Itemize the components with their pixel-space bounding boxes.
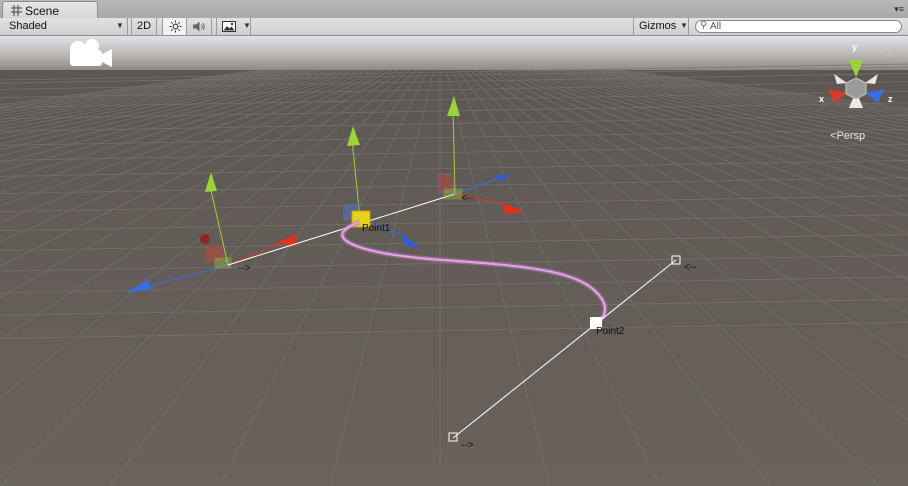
lighting-toggle[interactable] [162,18,187,35]
point2-tangent-out-label: --> [461,440,474,451]
dropdown-caret-icon: ▼ [680,21,688,30]
effects-dropdown[interactable]: ▼ [216,18,251,35]
tab-menu-icon[interactable]: ▾≡ [894,4,904,15]
xz-plane-handle[interactable] [443,188,463,200]
dropdown-caret-icon: ▼ [116,21,124,30]
shading-mode-label: Shaded [9,20,47,32]
tab-strip: Scene ▾≡ [0,0,908,19]
gizmo-z-label: z [888,94,893,104]
mode-2d-toggle[interactable]: 2D [131,18,157,35]
gizmos-label: Gizmos [639,20,677,32]
shading-mode-dropdown[interactable]: Shaded ▼ [0,18,128,35]
search-input[interactable] [710,21,890,32]
audio-toggle[interactable] [187,18,212,35]
scene-canvas[interactable] [0,36,908,486]
point2-tangent-in-label: <-- [684,262,697,273]
gizmo-y-label: y [852,42,858,52]
scene-viewport[interactable]: Point1 --> <-- Point2 <-- --> y x z <Per… [0,36,908,486]
grid-icon [11,5,22,16]
gizmo-center-cube[interactable] [845,77,867,100]
search-icon: ⚲ [700,20,708,31]
point2-label: Point2 [596,326,625,337]
gizmos-dropdown[interactable]: Gizmos ▼ [633,18,689,35]
dropdown-caret-icon: ▼ [243,21,251,30]
tab-scene[interactable]: Scene [2,1,98,19]
mode-2d-label: 2D [137,20,152,32]
speaker-icon [193,21,205,32]
sun-icon [169,20,182,33]
xz-plane-handle[interactable] [214,257,232,269]
point1-tangent-in-label: --> [238,263,251,274]
rotation-handle[interactable] [200,234,210,244]
point1-tangent-out-label: <-- [461,193,474,204]
scene-toolbar: Shaded ▼ 2D ▼ Gizmos ▼ ⚲ [0,18,908,36]
gizmo-x-label: x [819,94,825,104]
projection-label: Persp [836,130,866,142]
image-icon [222,21,236,32]
scene-search: ⚲ [695,20,902,33]
point1-label: Point1 [362,223,391,234]
tab-label: Scene [25,4,60,18]
projection-toggle[interactable]: <Persp [830,130,865,142]
